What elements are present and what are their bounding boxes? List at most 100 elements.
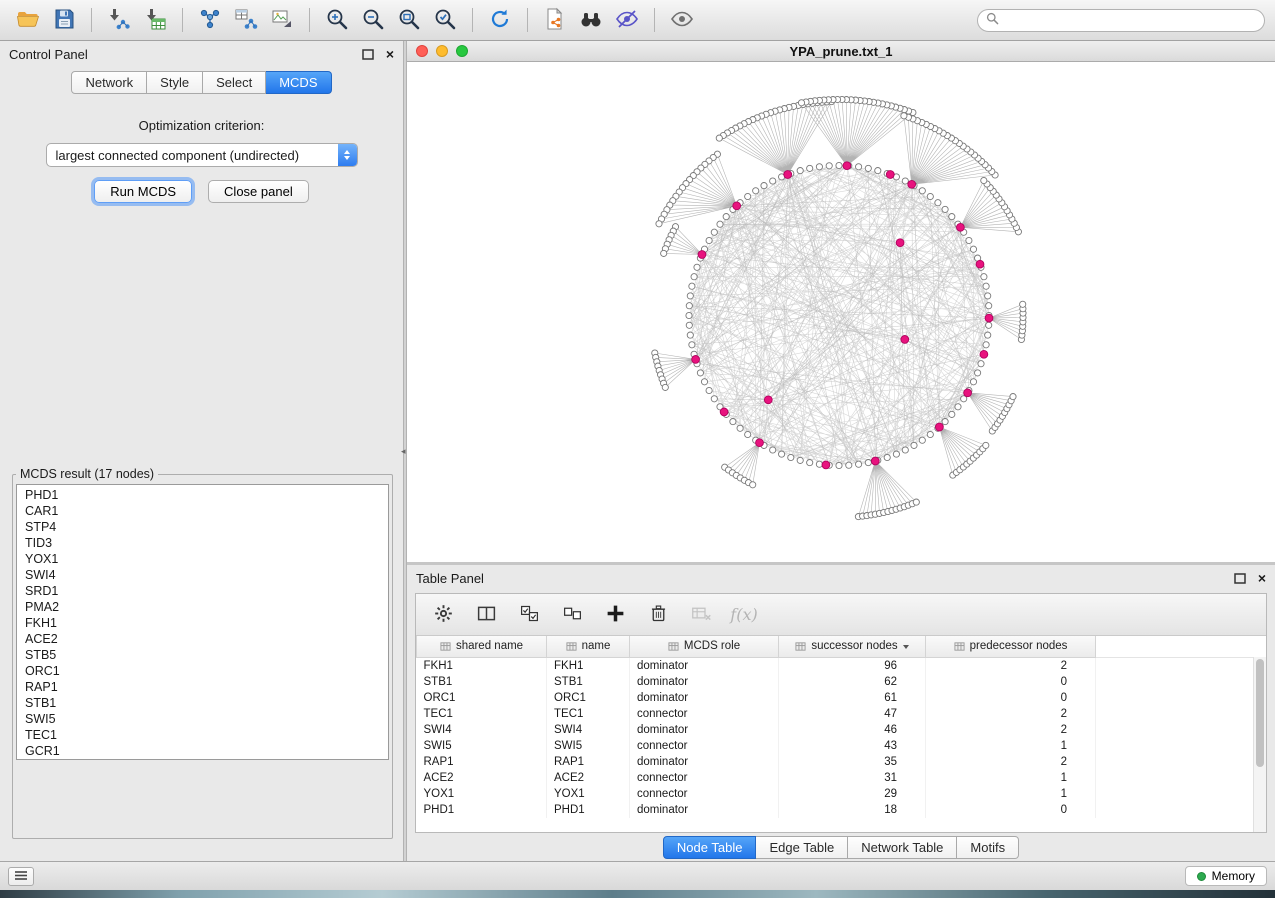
optimization-criterion-select[interactable]: largest connected component (undirected): [46, 143, 358, 167]
zoom-selected-button[interactable]: [427, 4, 463, 36]
panel-splitter[interactable]: ◂: [403, 41, 407, 861]
show-all-button[interactable]: [664, 4, 700, 36]
hide-selected-button[interactable]: [609, 4, 645, 36]
toolbar-separator: [182, 8, 183, 32]
import-network-button[interactable]: [101, 4, 137, 36]
memory-label: Memory: [1212, 869, 1255, 883]
main-toolbar: [0, 0, 1275, 41]
table-mode-button[interactable]: [430, 601, 456, 629]
network-from-table-button[interactable]: [228, 4, 264, 36]
import-network-icon: [107, 7, 131, 34]
mcds-result-item[interactable]: RAP1: [17, 679, 388, 695]
table-row[interactable]: ORC1ORC1dominator610: [417, 690, 1254, 706]
column-header-successor-nodes[interactable]: successor nodes: [779, 636, 926, 657]
task-history-button[interactable]: [8, 867, 34, 886]
float-table-panel-icon[interactable]: [1234, 573, 1246, 584]
column-header-blank: [1096, 636, 1254, 657]
table-row[interactable]: FKH1FKH1dominator962: [417, 657, 1254, 674]
close-panel-button[interactable]: Close panel: [208, 180, 309, 203]
mcds-result-item[interactable]: TEC1: [17, 727, 388, 743]
memory-button[interactable]: Memory: [1185, 866, 1267, 886]
table-toolbar: f(x): [416, 594, 1266, 636]
mcds-result-item[interactable]: STB5: [17, 647, 388, 663]
mcds-result-item[interactable]: GCR1: [17, 743, 388, 759]
mcds-result-item[interactable]: SRD1: [17, 583, 388, 599]
mcds-result-item[interactable]: CAR1: [17, 503, 388, 519]
mcds-result-item[interactable]: TID3: [17, 535, 388, 551]
column-header-mcds-role[interactable]: MCDS role: [630, 636, 779, 657]
mcds-result-item[interactable]: SWI4: [17, 567, 388, 583]
close-table-panel-icon[interactable]: ×: [1258, 571, 1266, 585]
mcds-result-item[interactable]: ORC1: [17, 663, 388, 679]
run-mcds-button[interactable]: Run MCDS: [94, 180, 192, 203]
mcds-result-item[interactable]: PMA2: [17, 599, 388, 615]
mcds-result-item[interactable]: STP4: [17, 519, 388, 535]
toolbar-separator: [472, 8, 473, 32]
tab-network-table[interactable]: Network Table: [848, 836, 957, 859]
save-session-button[interactable]: [46, 4, 82, 36]
table-row[interactable]: PHD1PHD1dominator180: [417, 802, 1254, 818]
close-panel-icon[interactable]: ×: [386, 47, 394, 61]
column-header-shared-name[interactable]: shared name: [417, 636, 547, 657]
mcds-result-list[interactable]: PHD1CAR1STP4TID3YOX1SWI4SRD1PMA2FKH1ACE2…: [16, 484, 389, 760]
function-builder-button[interactable]: f(x): [731, 601, 757, 629]
add-column-button[interactable]: [602, 601, 628, 629]
table-header-row: shared name name MCDS role successor nod…: [417, 636, 1254, 657]
search-input[interactable]: [1004, 13, 1256, 27]
zoom-in-button[interactable]: [319, 4, 355, 36]
selected-criterion: largest connected component (undirected): [47, 148, 338, 163]
table-row[interactable]: STB1STB1dominator620: [417, 674, 1254, 690]
window-maximize-button[interactable]: [456, 45, 468, 57]
network-view[interactable]: [407, 62, 1275, 562]
table-row[interactable]: SWI4SWI4dominator462: [417, 722, 1254, 738]
mcds-result-item[interactable]: PHD1: [17, 487, 388, 503]
table-row[interactable]: TEC1TEC1connector472: [417, 706, 1254, 722]
import-table-button[interactable]: [137, 4, 173, 36]
table-row[interactable]: RAP1RAP1dominator352: [417, 754, 1254, 770]
tab-edge-table[interactable]: Edge Table: [756, 836, 848, 859]
desktop-wallpaper-strip: [0, 890, 1275, 898]
mcds-result-item[interactable]: YOX1: [17, 551, 388, 567]
scrollbar-thumb[interactable]: [1256, 659, 1264, 767]
column-header-name[interactable]: name: [547, 636, 630, 657]
table-network-icon: [234, 7, 258, 34]
tab-network[interactable]: Network: [71, 71, 147, 94]
search-box[interactable]: [977, 9, 1265, 32]
table-row[interactable]: SWI5SWI5connector431: [417, 738, 1254, 754]
refresh-view-button[interactable]: [482, 4, 518, 36]
window-close-button[interactable]: [416, 45, 428, 57]
delete-column-button[interactable]: [645, 601, 671, 629]
tab-select[interactable]: Select: [203, 71, 266, 94]
binoculars-icon: [579, 7, 603, 34]
new-network-button[interactable]: [192, 4, 228, 36]
open-session-button[interactable]: [10, 4, 46, 36]
tab-style[interactable]: Style: [147, 71, 203, 94]
window-minimize-button[interactable]: [436, 45, 448, 57]
table-row[interactable]: YOX1YOX1connector291: [417, 786, 1254, 802]
zoom-in-icon: [325, 7, 349, 34]
zoom-out-icon: [361, 7, 385, 34]
mcds-result-item[interactable]: SWI5: [17, 711, 388, 727]
tab-motifs[interactable]: Motifs: [957, 836, 1019, 859]
optimization-criterion-label: Optimization criterion:: [0, 118, 403, 133]
export-network-button[interactable]: [537, 4, 573, 36]
delete-table-button[interactable]: [688, 601, 714, 629]
mcds-result-item[interactable]: ACE2: [17, 631, 388, 647]
column-header-predecessor-nodes[interactable]: predecessor nodes: [926, 636, 1096, 657]
tab-node-table[interactable]: Node Table: [663, 836, 757, 859]
float-panel-icon[interactable]: [362, 49, 374, 60]
table-row[interactable]: ACE2ACE2connector311: [417, 770, 1254, 786]
mcds-result-item[interactable]: STB1: [17, 695, 388, 711]
tab-mcds[interactable]: MCDS: [266, 71, 331, 94]
select-all-icon: [519, 603, 540, 627]
show-columns-button[interactable]: [473, 601, 499, 629]
zoom-out-button[interactable]: [355, 4, 391, 36]
select-all-button[interactable]: [516, 601, 542, 629]
columns-icon: [476, 603, 497, 627]
export-image-button[interactable]: [264, 4, 300, 36]
zoom-fit-button[interactable]: [391, 4, 427, 36]
search-network-button[interactable]: [573, 4, 609, 36]
mcds-result-item[interactable]: FKH1: [17, 615, 388, 631]
table-scrollbar[interactable]: [1253, 657, 1266, 832]
deselect-all-button[interactable]: [559, 601, 585, 629]
